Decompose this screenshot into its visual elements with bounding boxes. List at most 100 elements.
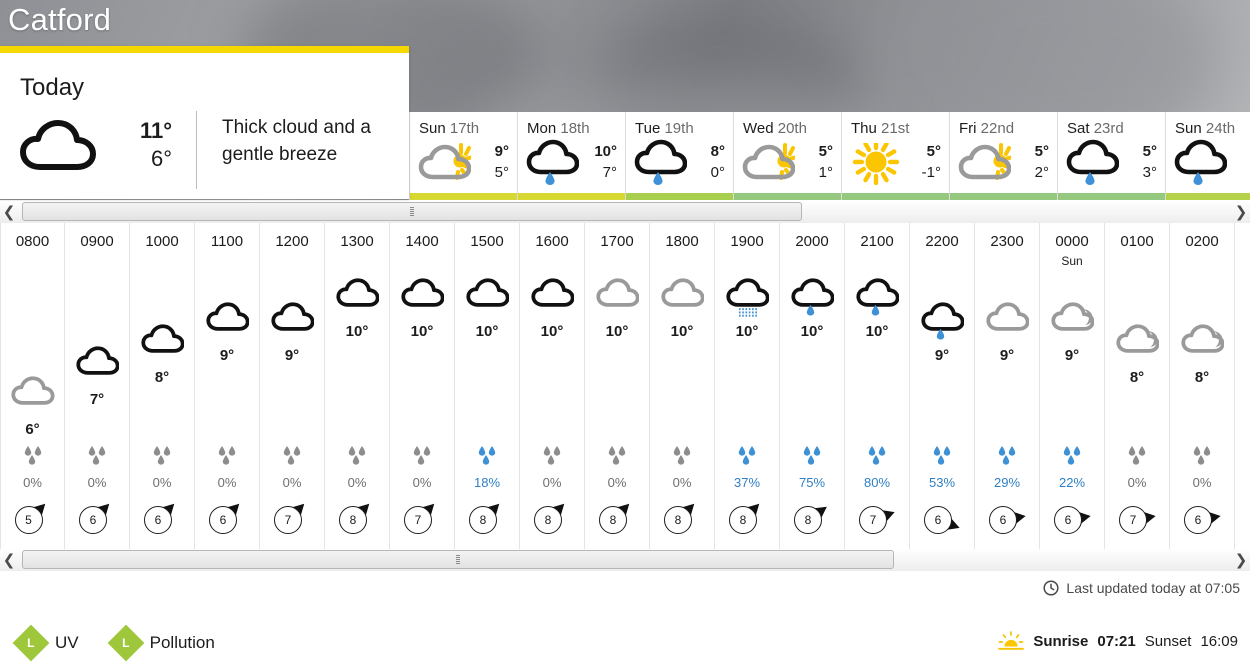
hour-wind: 7 [260, 503, 324, 537]
pollution-bar [950, 193, 1057, 200]
sunrise-time: 07:21 [1097, 632, 1136, 650]
hourly-scroll-track[interactable] [18, 549, 1232, 571]
hourly-forecast[interactable]: 0800 6° 0% 5 0900 7° 0% 6 1000 8° 0% 6 1100 9° 0% 6 1200… [0, 223, 1250, 549]
raindrops-icon [734, 445, 760, 472]
day-tab-title: Sun 17th [419, 120, 480, 137]
day-tab-title: Thu 21st [851, 120, 910, 137]
day-tab-low: 2° [1034, 164, 1049, 182]
day-tab-fri-22nd[interactable]: Fri 22nd 5° 2° [950, 112, 1058, 200]
hour-column-1100[interactable]: 1100 9° 0% 6 [195, 223, 260, 549]
hour-column-1400[interactable]: 1400 10° 0% 7 [390, 223, 455, 549]
wind-speed-value: 6 [209, 506, 237, 534]
day-tab-tue-19th[interactable]: Tue 19th 8° 0° [626, 112, 734, 200]
cloud-dark-icon [195, 301, 259, 335]
hour-temperature: 9° [1064, 347, 1080, 364]
wind-direction-icon: 8 [661, 503, 703, 537]
wind-speed-value: 8 [664, 506, 692, 534]
scroll-left-icon[interactable]: ❮ [0, 203, 18, 221]
uv-index[interactable]: L UV [12, 624, 79, 662]
today-low: 6° [150, 145, 172, 171]
day-tab-sun-24th[interactable]: Sun 24th [1166, 112, 1250, 200]
day-tab-high: 5° [926, 143, 941, 160]
hour-time: 1400 [405, 233, 439, 250]
hour-time: 1600 [535, 233, 569, 250]
sunrise-label: Sunrise [1033, 632, 1089, 650]
hour-temperature: 10° [735, 323, 759, 340]
footer-indices: L UV L Pollution [12, 624, 215, 662]
wind-speed-value: 6 [989, 506, 1017, 534]
day-tab-sat-23rd[interactable]: Sat 23rd 5° 3° [1058, 112, 1166, 200]
hour-column-0000[interactable]: 0000 Sun 9° 22% 6 [1040, 223, 1105, 549]
raindrops-icon [214, 445, 240, 472]
scroll-right-icon[interactable]: ❯ [1232, 551, 1250, 569]
hour-column-2000[interactable]: 2000 10° 75% 8 [780, 223, 845, 549]
raindrops-icon [1189, 445, 1215, 472]
precipitation-value: 0% [672, 475, 692, 490]
pollution-label: Pollution [149, 633, 215, 652]
day-tab-date: 19th [664, 120, 694, 137]
today-summary-card[interactable]: Today 11° 6° Thick cloud and a gentle br… [0, 46, 409, 199]
precipitation-value: 75% [798, 475, 826, 490]
today-high: 11° [139, 118, 172, 143]
day-tab-low: 3° [1142, 164, 1157, 182]
day-tab-high: 8° [710, 143, 725, 160]
hour-column-2200[interactable]: 2200 9° 53% 6 [910, 223, 975, 549]
hour-time: 1000 [145, 233, 179, 250]
hour-column-1200[interactable]: 1200 9° 0% 7 [260, 223, 325, 549]
wind-speed-value: 6 [79, 506, 107, 534]
hour-column-1300[interactable]: 1300 10° 0% 8 [325, 223, 390, 549]
day-tab-thu-21st[interactable]: Thu 21st 5° -1° [842, 112, 950, 200]
hour-precipitation: 29% [975, 445, 1039, 490]
cloud-light-icon [1, 375, 64, 409]
wind-direction-icon: 5 [12, 503, 54, 537]
hour-column-1500[interactable]: 1500 10° 18% 8 [455, 223, 520, 549]
wind-speed-value: 8 [794, 506, 822, 534]
rain-cloud-icon [780, 277, 844, 320]
day-tab-temps: 5° -1° [922, 141, 941, 184]
rain-cloud-icon [910, 301, 974, 344]
hour-time: 1900 [730, 233, 764, 250]
hour-column-1700[interactable]: 1700 10° 0% 8 [585, 223, 650, 549]
day-tab-sun-17th[interactable]: Sun 17th 9° 5° [410, 112, 518, 200]
wind-direction-icon: 6 [986, 503, 1028, 537]
hour-column-1800[interactable]: 1800 10° 0% 8 [650, 223, 715, 549]
hour-temperature: 9° [999, 347, 1015, 364]
scroll-right-icon[interactable]: ❯ [1232, 203, 1250, 221]
hour-column-0100[interactable]: 0100 8° 0% 7 [1105, 223, 1170, 549]
grip-icon [456, 555, 460, 564]
rain-cloud-icon [845, 277, 909, 320]
wind-speed-value: 8 [729, 506, 757, 534]
hour-precipitation: 22% [1040, 445, 1104, 490]
hour-column-0900[interactable]: 0900 7° 0% 6 [65, 223, 130, 549]
day-scroll-thumb[interactable] [22, 202, 802, 221]
hour-temperature: 6° [25, 421, 40, 438]
precipitation-value: 53% [928, 475, 956, 490]
hourly-scroll-thumb[interactable] [22, 550, 894, 569]
hourly-scrollbar[interactable]: ❮ ❯ [0, 549, 1250, 571]
hour-column-0200[interactable]: 0200 8° 0% 6 [1170, 223, 1235, 549]
day-tab-mon-18th[interactable]: Mon 18th 10° 7° [518, 112, 626, 200]
pollution-bar [1166, 193, 1250, 200]
day-scroll-track[interactable] [18, 201, 1232, 223]
scroll-left-icon[interactable]: ❮ [0, 551, 18, 569]
hour-temperature: 10° [475, 323, 499, 340]
hour-column-2300[interactable]: 2300 9° 29% 6 [975, 223, 1040, 549]
hour-column-1900[interactable]: 1900 10° 37% 8 [715, 223, 780, 549]
day-scrollbar[interactable]: ❮ ❯ [0, 201, 1250, 223]
pollution-index[interactable]: L Pollution [107, 624, 215, 662]
hour-column-1000[interactable]: 1000 8° 0% 6 [130, 223, 195, 549]
day-tab-title: Sat 23rd [1067, 120, 1124, 137]
hour-time: 1700 [600, 233, 634, 250]
day-tab-wed-20th[interactable]: Wed 20th 5° 1° [734, 112, 842, 200]
hour-temperature: 10° [670, 323, 694, 340]
hour-column-2100[interactable]: 2100 10° 80% 7 [845, 223, 910, 549]
wind-direction-icon: 8 [726, 503, 768, 537]
moon-cloud-icon [1170, 323, 1234, 357]
day-tab-title: Mon 18th [527, 120, 590, 137]
day-tab-date: 20th [777, 120, 807, 137]
precipitation-value: 22% [1058, 475, 1086, 490]
day-tabs[interactable]: Sun 17th 9° 5° Mon 18th 10° 7° Tue 19th 8° 0° Wed… [409, 112, 1250, 200]
hour-column-0800[interactable]: 0800 6° 0% 5 [0, 223, 65, 549]
wind-direction-icon: 8 [596, 503, 638, 537]
hour-column-1600[interactable]: 1600 10° 0% 8 [520, 223, 585, 549]
